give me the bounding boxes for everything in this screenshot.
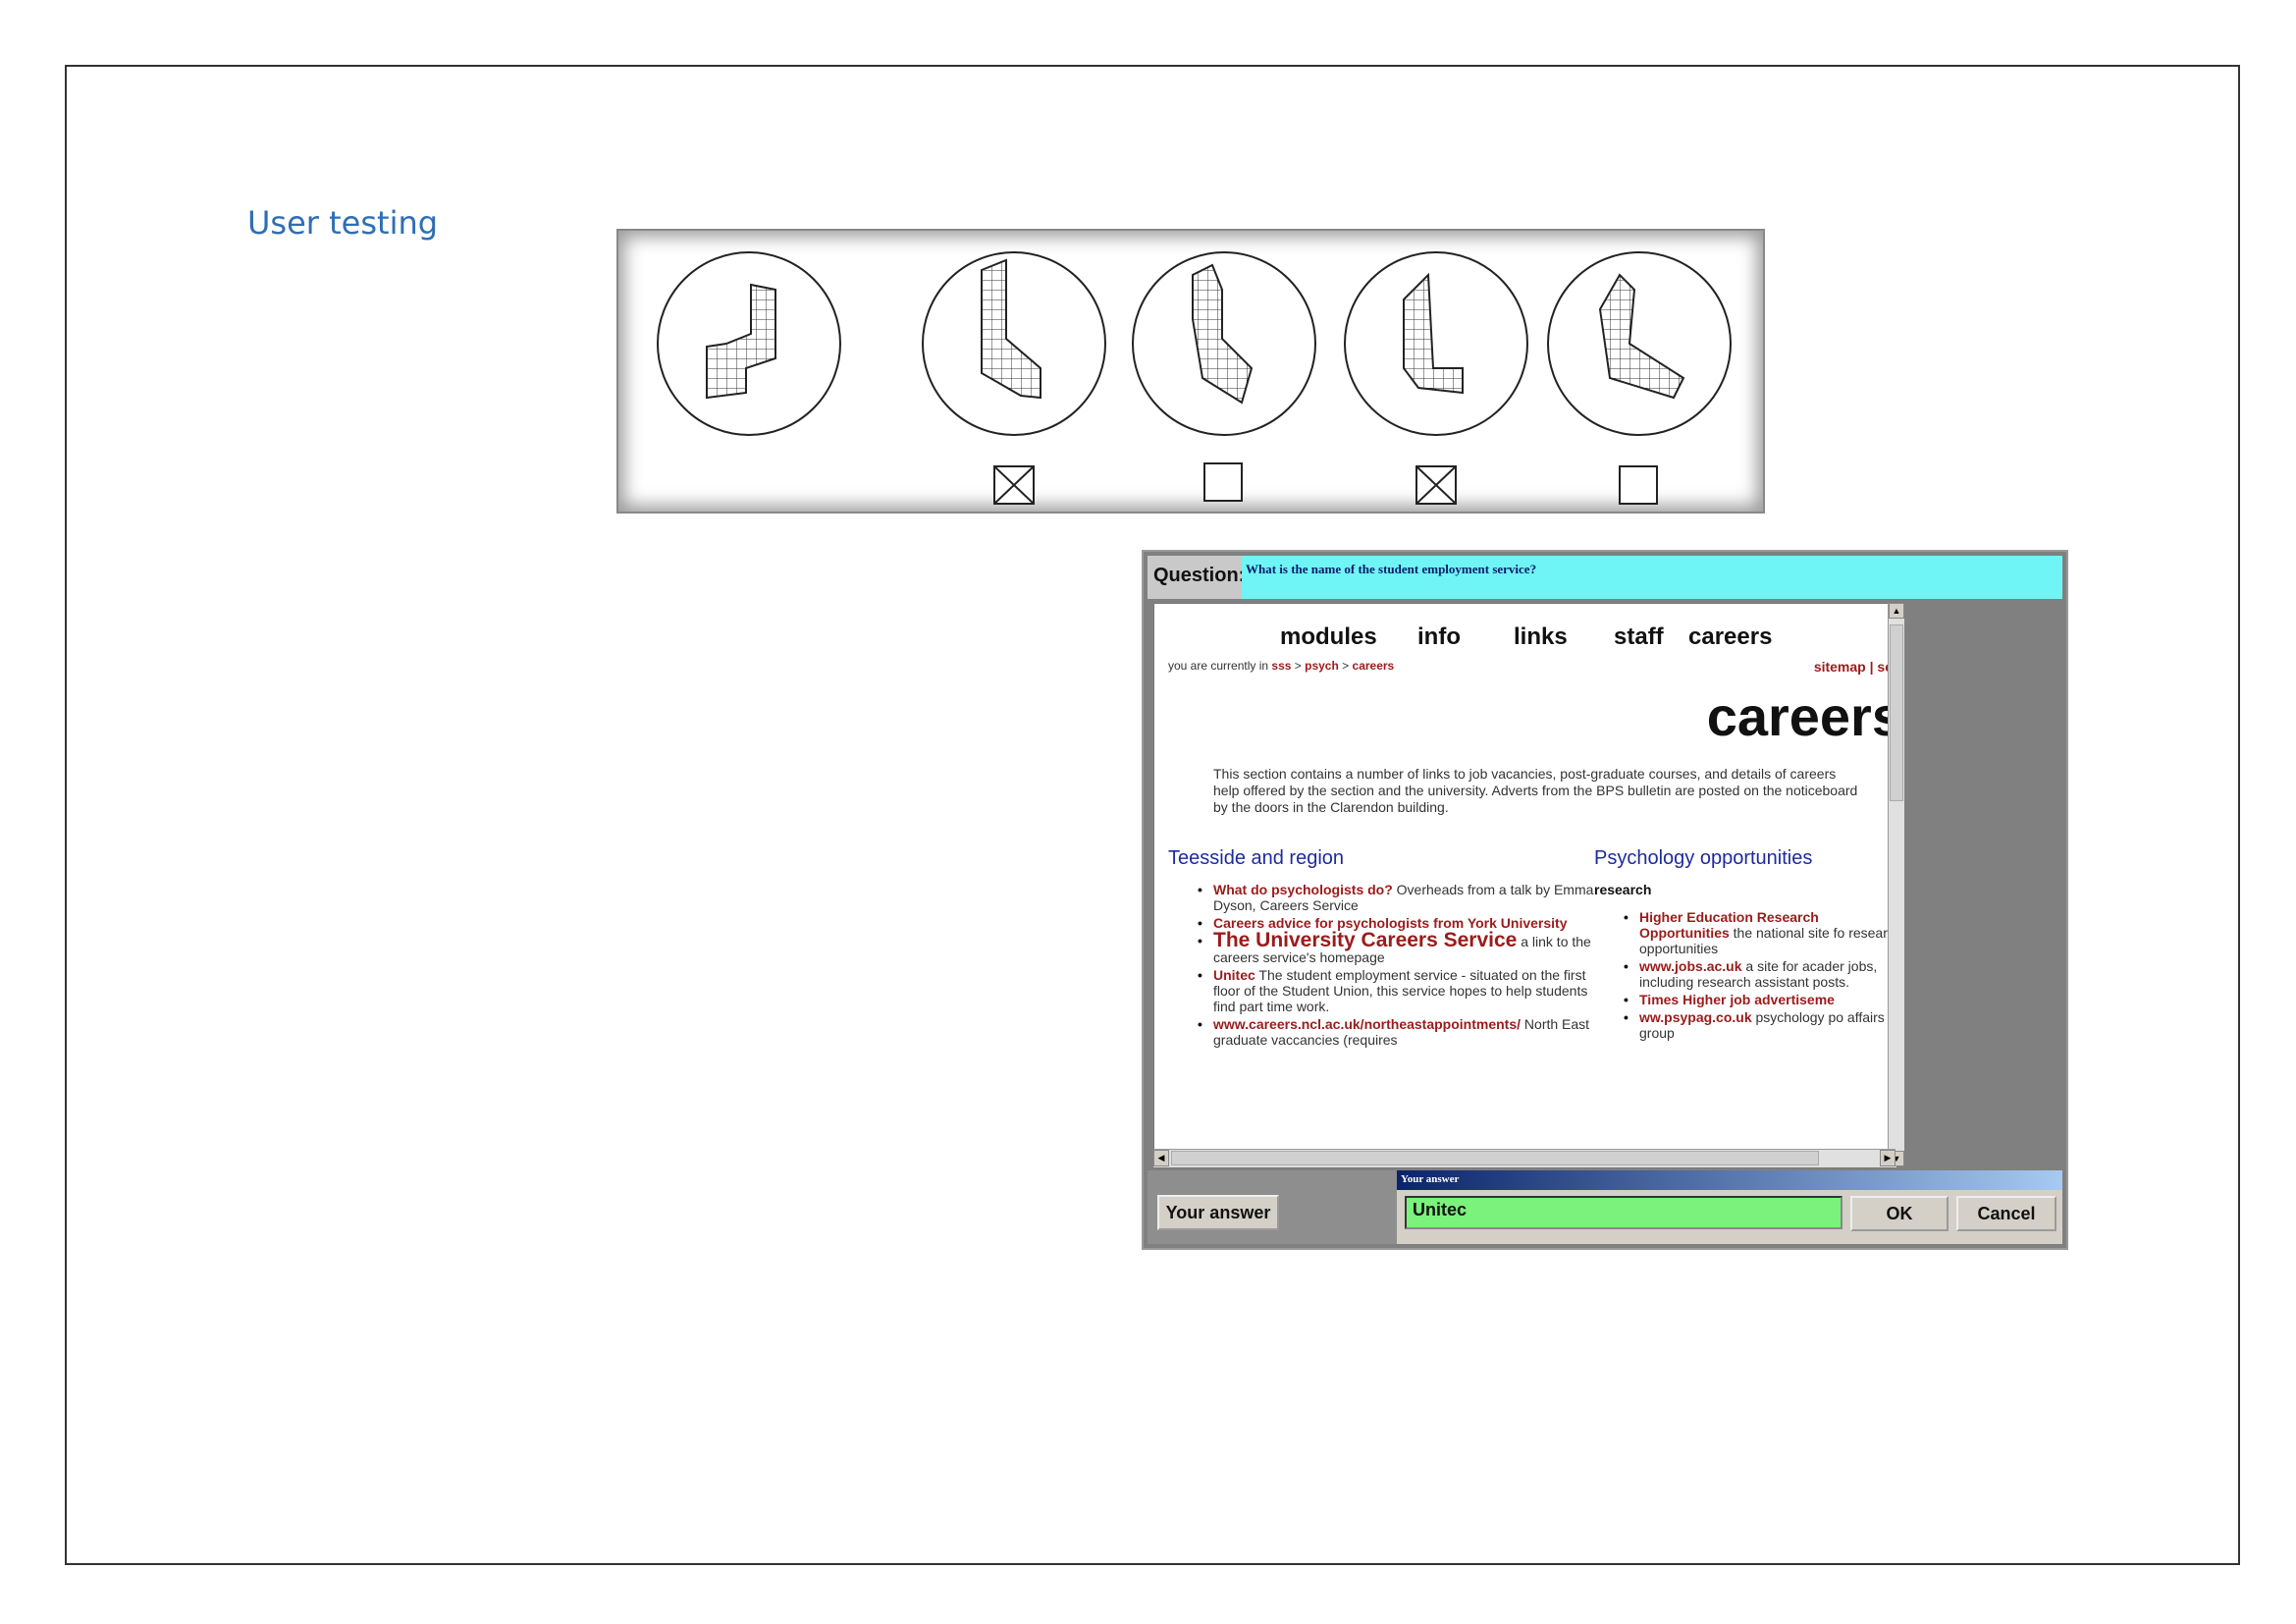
scroll-right-icon[interactable]: ▶ (1880, 1150, 1896, 1166)
list-item: www.jobs.ac.uk a site for acader jobs, i… (1624, 958, 1896, 990)
ok-button[interactable]: OK (1850, 1196, 1949, 1231)
rotation-option-3 (1344, 251, 1528, 436)
dialog-titlebar: Your answer (1397, 1170, 2062, 1190)
right-link-list: Higher Education Research Opportunities … (1594, 909, 1896, 1041)
left-link-list: What do psychologists do? Overheads from… (1168, 882, 1600, 1048)
rotation-checkbox-4[interactable] (1619, 465, 1658, 505)
rotation-option-2 (1132, 251, 1316, 436)
nav-modules[interactable]: modules (1280, 623, 1377, 651)
breadcrumb: you are currently in sss > psych > caree… (1168, 659, 1394, 673)
nav-info[interactable]: info (1417, 623, 1461, 651)
breadcrumb-sss[interactable]: sss (1271, 659, 1291, 673)
breadcrumb-prefix: you are currently in (1168, 659, 1269, 673)
scroll-up-icon[interactable]: ▲ (1889, 603, 1904, 619)
nav-careers[interactable]: careers (1688, 623, 1772, 651)
list-link[interactable]: Unitec (1213, 967, 1255, 983)
list-item: www.careers.ncl.ac.uk/northeastappointme… (1198, 1016, 1600, 1048)
page-heading: careers (1706, 685, 1897, 747)
list-link[interactable]: Times Higher job advertiseme (1639, 992, 1835, 1007)
vertical-scrollbar[interactable]: ▲ ▼ (1888, 603, 1904, 1166)
breadcrumb-separator: > (1342, 659, 1350, 673)
list-link[interactable]: The University Careers Service (1213, 929, 1517, 951)
list-item: Unitec The student employment service - … (1198, 967, 1600, 1014)
rotation-figures (657, 251, 1732, 505)
rotation-checkbox-1[interactable] (993, 465, 1035, 505)
question-bar: Question: What is the name of the studen… (1148, 556, 2062, 599)
list-item: What do psychologists do? Overheads from… (1198, 882, 1600, 913)
list-item: The University Careers Service a link to… (1198, 930, 1600, 965)
rotation-option-4 (1547, 251, 1732, 436)
rotation-checkbox-3[interactable] (1415, 465, 1457, 505)
list-link[interactable]: www.careers.ncl.ac.uk/northeastappointme… (1213, 1016, 1521, 1032)
list-item: Times Higher job advertiseme (1624, 992, 1896, 1007)
list-text: The student employment service - situate… (1213, 967, 1588, 1014)
breadcrumb-careers[interactable]: careers (1353, 659, 1395, 673)
horizontal-scroll-thumb[interactable] (1171, 1151, 1819, 1165)
nav-links[interactable]: links (1514, 623, 1568, 651)
left-column: Teesside and region What do psychologist… (1168, 847, 1600, 1050)
list-link[interactable]: What do psychologists do? (1213, 882, 1393, 897)
sitemap-link[interactable]: sitemap | se (1814, 659, 1893, 675)
vertical-scroll-thumb[interactable] (1890, 624, 1903, 801)
your-answer-button[interactable]: Your answer (1157, 1195, 1279, 1230)
answer-input[interactable]: Unitec (1405, 1196, 1842, 1229)
list-link[interactable]: ww.psypag.co.uk (1639, 1009, 1752, 1025)
rotation-option-1 (922, 251, 1106, 436)
right-column: Psychology opportunities research Higher… (1594, 847, 1896, 1043)
list-item: Higher Education Research Opportunities … (1624, 909, 1896, 956)
cancel-button[interactable]: Cancel (1956, 1196, 2056, 1231)
question-label: Question: (1153, 565, 1246, 586)
list-link[interactable]: www.jobs.ac.uk (1639, 958, 1742, 974)
slide-title: User testing (247, 204, 439, 242)
left-column-heading: Teesside and region (1168, 847, 1345, 869)
rotation-checkbox-2[interactable] (1203, 462, 1243, 502)
intro-text: This section contains a number of links … (1213, 766, 1858, 815)
mental-rotation-panel (616, 229, 1765, 514)
right-column-heading: Psychology opportunities (1594, 847, 1813, 869)
answer-bar: Your answer Your answer Unitec OK Cancel (1148, 1170, 2062, 1244)
question-text: What is the name of the student employme… (1246, 562, 1537, 576)
breadcrumb-psych[interactable]: psych (1305, 659, 1339, 673)
breadcrumb-separator: > (1294, 659, 1302, 673)
grey-side-pane (1905, 603, 2062, 1166)
answer-dialog: Your answer Unitec OK Cancel (1397, 1170, 2062, 1244)
horizontal-scrollbar[interactable]: ◀ ▶ (1153, 1149, 1896, 1167)
quiz-window: Question: What is the name of the studen… (1142, 550, 2068, 1250)
question-text-box: What is the name of the student employme… (1242, 556, 2062, 599)
reference-figure (657, 251, 841, 436)
scroll-left-icon[interactable]: ◀ (1153, 1150, 1169, 1166)
list-item: ww.psypag.co.uk psychology po affairs gr… (1624, 1009, 1896, 1041)
right-column-subheading: research (1594, 882, 1652, 897)
dialog-title: Your answer (1401, 1173, 1460, 1185)
browser-pane: modules info links staff careers you are… (1153, 603, 1897, 1168)
nav-staff[interactable]: staff (1614, 623, 1664, 651)
